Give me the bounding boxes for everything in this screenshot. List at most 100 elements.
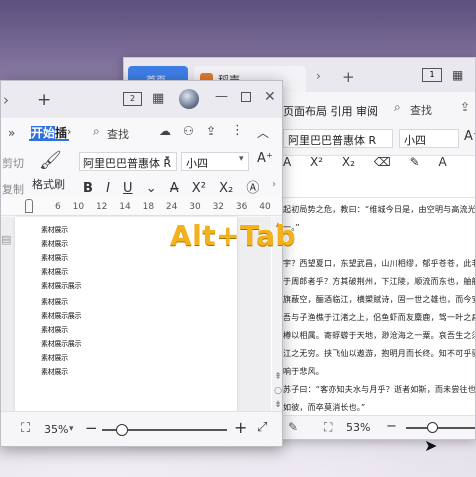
zoom-out-button[interactable]: − <box>386 419 397 434</box>
zoom-in-button[interactable]: + <box>234 418 247 437</box>
ruler-number: 30 <box>189 202 201 212</box>
back-size-select[interactable]: 小四 <box>399 129 459 148</box>
new-tab-button[interactable]: + <box>37 90 51 110</box>
bold-button[interactable]: B <box>83 181 93 196</box>
close-icon[interactable]: ✕ <box>264 89 276 105</box>
format-painter-icon[interactable]: 🖌 <box>39 150 62 171</box>
doc-line: 素材展示 <box>41 368 68 376</box>
maximize-button[interactable] <box>241 92 251 102</box>
chevron-down-icon[interactable]: ▾ <box>69 424 74 434</box>
doc-line: 吾与子渔樵于江渚之上，侣鱼虾而友麋鹿，驾一叶之扁舟，举匏 <box>283 313 475 322</box>
doc-line: 素材展示 <box>41 254 68 262</box>
chevron-right-icon[interactable]: › <box>3 91 9 109</box>
ruler-number: 6 <box>55 202 61 212</box>
highlight-icon[interactable]: ✎ <box>410 155 420 169</box>
superscript-icon[interactable]: X² <box>192 181 206 196</box>
ribbon-more-left-icon[interactable]: » <box>8 126 15 140</box>
ruler-number: 12 <box>95 202 108 212</box>
collaborate-icon[interactable]: ⚇ <box>183 124 194 138</box>
superscript-icon[interactable]: X² <box>310 155 323 169</box>
mouse-cursor-icon: ➤ <box>424 436 438 455</box>
grow-font-icon[interactable]: A⁺ <box>257 151 273 166</box>
front-zoom-slider-knob[interactable] <box>116 424 128 436</box>
doc-line: 宇？西望夏口，东望武昌，山川相缪，郁乎苍苍，此非孟德之困 <box>283 259 475 268</box>
italic-button[interactable]: I <box>106 181 110 196</box>
chevron-down-icon[interactable]: ▾ <box>239 154 244 164</box>
chevron-down-icon[interactable]: ▾ <box>165 154 170 164</box>
minimize-button[interactable]: — <box>215 89 228 104</box>
tab-start-label: 开始 <box>31 126 56 140</box>
search-icon[interactable]: ⌕ <box>394 100 401 115</box>
front-font-select[interactable]: 阿里巴巴普惠体 R <box>79 152 177 171</box>
front-document-window[interactable]: › + 2 ▦ — ✕ » 开始插 › ⌕ 查找 ☁ ⚇ ⇪ ⋮ ︿ 剪切 复制… <box>0 80 283 447</box>
front-title-bar: › + 2 ▦ — ✕ <box>1 81 282 118</box>
back-menu-tabs[interactable]: 页面布局 引用 审阅 <box>283 103 378 119</box>
fit-page-icon[interactable]: ⛶ <box>21 421 30 436</box>
scroll-circle-icon[interactable]: ○ <box>272 385 282 397</box>
share-icon[interactable]: ⇪ <box>460 100 470 114</box>
tab-insert-label[interactable]: 插 <box>55 126 67 140</box>
ruler-number: 18 <box>142 202 155 212</box>
cloud-icon[interactable]: ☁ <box>159 124 171 138</box>
doc-line: 素材展示 <box>41 268 68 276</box>
zoom-out-button[interactable]: − <box>85 419 98 437</box>
ruler-numbers: 6 10 12 14 18 24 30 32 36 40 <box>55 202 280 212</box>
doc-line: 于周郎者乎？方其破荆州，下江陵，顺流而东也，舳舻千里，旌 <box>283 277 475 286</box>
doc-line: 起初局势之危，教曰：“维城今日是，由空明与高流光，秒帮千 <box>283 205 475 214</box>
pen-icon[interactable]: ✎ <box>288 420 298 434</box>
back-font-select[interactable]: 阿里巴巴普惠体 R <box>283 129 393 148</box>
back-zoom-slider-knob[interactable] <box>427 422 438 433</box>
front-status-bar: ⛶ 35% ▾ − + ⤢ <box>1 411 282 446</box>
underline-button[interactable]: U <box>123 181 133 196</box>
subscript-icon[interactable]: X₂ <box>219 181 233 196</box>
search-icon[interactable]: ⌕ <box>93 124 100 139</box>
indent-marker[interactable] <box>25 199 33 213</box>
ruler-number: 32 <box>212 202 225 212</box>
new-tab-button[interactable]: + <box>342 68 355 86</box>
layout-icon[interactable]: 1 <box>422 68 442 82</box>
copy-button[interactable]: 复制 <box>2 181 24 197</box>
format-painter-button[interactable]: 格式刷 <box>32 176 65 192</box>
fit-page-icon[interactable]: ⛶ <box>324 420 332 435</box>
grow-font-icon[interactable]: A⁺ <box>464 129 475 144</box>
underline-chevron-icon[interactable]: ⌄ <box>146 181 157 196</box>
apps-grid-icon[interactable]: ▦ <box>452 68 463 82</box>
cut-button[interactable]: 剪切 <box>2 155 24 171</box>
doc-line: 苏子曰：“客亦知夫水与月乎？逝者如斯，而未尝往也；盈虚者 <box>283 385 475 394</box>
doc-line: 素材展示 <box>41 240 68 248</box>
ruler-number: 40 <box>259 202 271 212</box>
chevron-right-icon[interactable]: › <box>67 125 71 138</box>
back-zoom-level[interactable]: 53% <box>346 421 370 434</box>
doc-line: 素材展示 <box>41 298 68 306</box>
doc-line: 樽以相属。寄蜉蝣于天地，渺沧海之一粟。哀吾生之须臾，羡长 <box>283 331 475 340</box>
collapse-ribbon-icon[interactable]: ︿ <box>257 124 269 141</box>
font-color-icon[interactable]: A <box>438 155 446 169</box>
doc-line: 素材展示 <box>41 354 68 362</box>
strikethrough-button[interactable]: A̶ <box>170 181 179 196</box>
scroll-page-up-icon[interactable]: ⇞ <box>272 371 282 383</box>
chevron-right-icon[interactable]: › <box>316 69 321 83</box>
apps-grid-icon[interactable]: ▦ <box>152 91 164 106</box>
text-effect-icon[interactable]: A <box>283 155 291 169</box>
clear-format-icon[interactable]: ⌫ <box>374 155 391 169</box>
document-sidebar-icon[interactable]: ▤ <box>1 233 11 246</box>
back-search-label[interactable]: 查找 <box>410 102 432 118</box>
text-effect-icon[interactable]: Ⓐ <box>246 177 259 196</box>
doc-line: 素材展示 <box>41 326 68 334</box>
more-menu-icon[interactable]: ⋮ <box>231 123 244 138</box>
back-format-row: A X² X₂ ⌫ ✎ A <box>283 155 462 169</box>
chevron-right-icon[interactable]: › <box>272 179 276 190</box>
avatar[interactable] <box>179 89 199 109</box>
alt-tab-overlay-label: Alt+Tab <box>170 219 297 252</box>
doc-line: 素材展示 <box>41 226 68 234</box>
layout-icon[interactable]: 2 <box>123 92 142 106</box>
ruler-number: 24 <box>165 202 178 212</box>
fullscreen-icon[interactable]: ⤢ <box>257 420 267 435</box>
front-zoom-level[interactable]: 35% <box>44 423 68 436</box>
scroll-page-down-icon[interactable]: ⇟ <box>272 399 282 411</box>
tab-start[interactable]: 开始插 <box>29 123 70 141</box>
subscript-icon[interactable]: X₂ <box>342 155 355 169</box>
back-zoom-slider[interactable] <box>406 427 475 429</box>
front-search-label[interactable]: 查找 <box>107 126 129 142</box>
share-icon[interactable]: ⇪ <box>206 124 216 138</box>
